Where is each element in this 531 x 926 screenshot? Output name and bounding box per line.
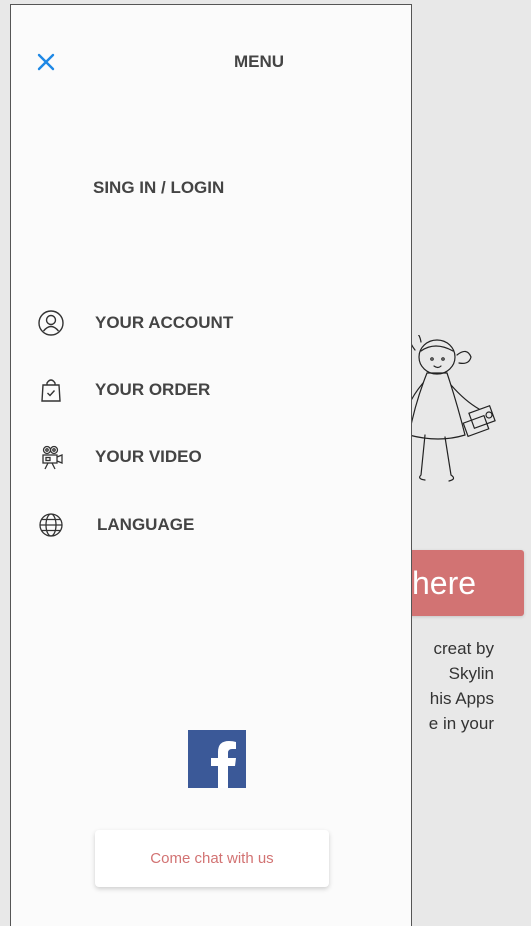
menu-item-your-video[interactable]: YOUR VIDEO [35,441,202,473]
account-icon [35,307,67,339]
video-camera-icon [35,441,67,473]
globe-icon [35,509,67,541]
menu-item-label: YOUR ACCOUNT [95,313,234,332]
menu-title: MENU [233,52,285,71]
side-menu-drawer: MENU SING IN / LOGIN YOUR ACCOUNT YOUR O… [10,4,412,926]
facebook-link[interactable] [188,730,246,788]
menu-item-label: YOUR VIDEO [95,447,202,466]
come-chat-button[interactable]: Come chat with us [95,830,329,887]
facebook-icon [188,730,246,788]
shopping-bag-icon [35,374,67,406]
menu-item-label: LANGUAGE [97,515,195,534]
girl-illustration [408,335,496,482]
menu-item-language[interactable]: LANGUAGE [35,509,194,541]
menu-item-your-account[interactable]: YOUR ACCOUNT [35,307,233,339]
menu-item-your-order[interactable]: YOUR ORDER [35,374,210,406]
menu-item-label: YOUR ORDER [95,380,211,399]
signin-login-link[interactable]: SING IN / LOGIN [93,178,224,198]
